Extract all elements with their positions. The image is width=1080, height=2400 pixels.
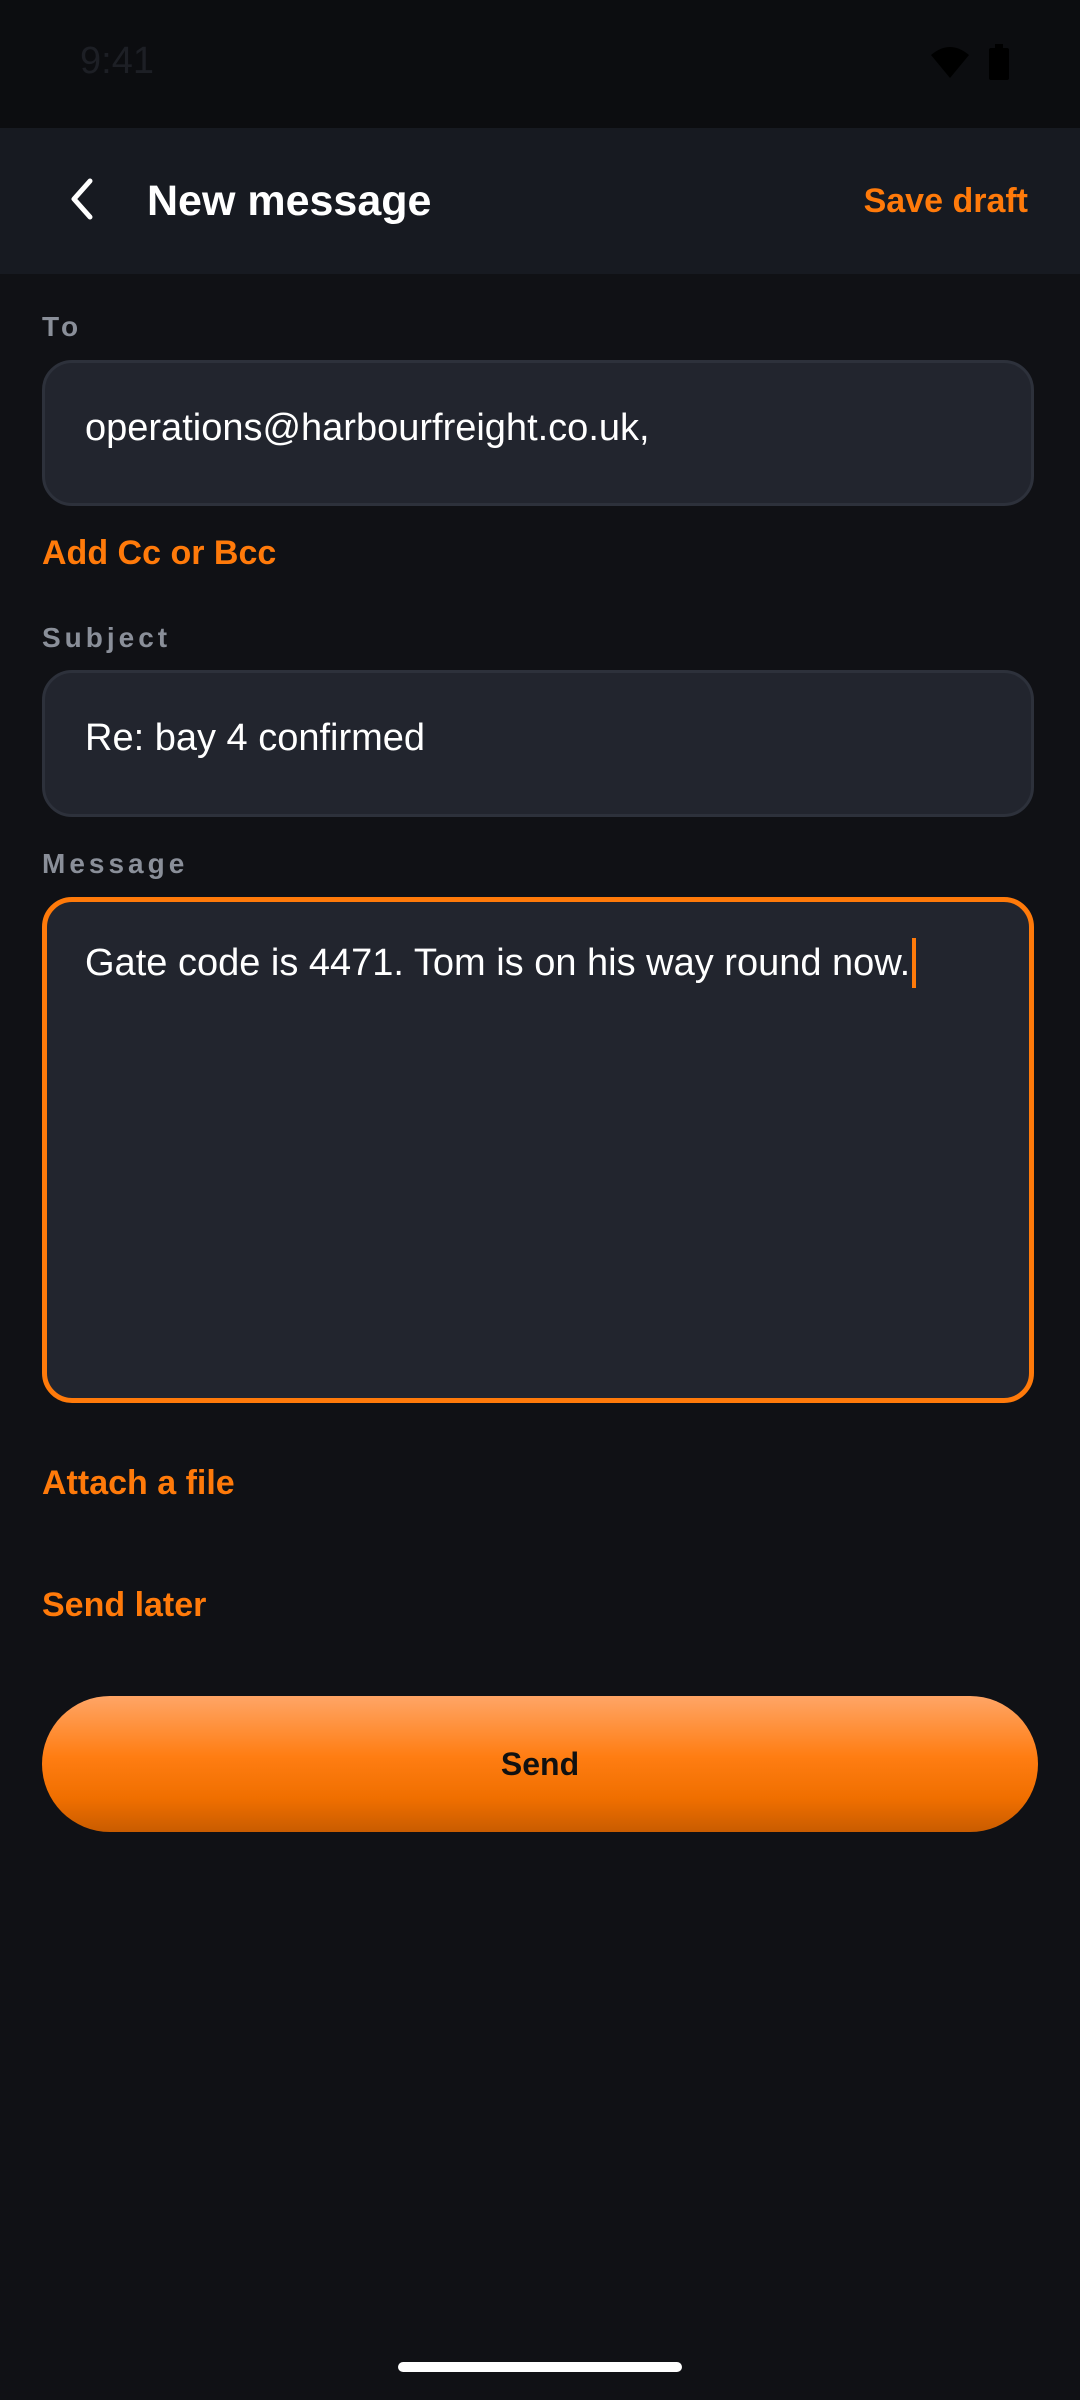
battery-icon	[988, 44, 1010, 85]
save-draft-button[interactable]: Save draft	[864, 178, 1028, 224]
subject-label: Subject	[42, 622, 172, 653]
wifi-icon	[930, 45, 970, 84]
page-title: New message	[147, 177, 432, 225]
status-icons	[930, 44, 1010, 85]
to-label: To	[42, 311, 83, 342]
send-later-link[interactable]: Send later	[42, 1582, 206, 1628]
add-cc-bcc-link[interactable]: Add Cc or Bcc	[42, 530, 276, 576]
chevron-left-icon	[62, 175, 102, 228]
message-label: Message	[42, 848, 189, 879]
subject-field-value: Re: bay 4 confirmed	[85, 717, 426, 759]
back-button[interactable]	[42, 161, 122, 241]
send-button[interactable]: Send	[42, 1696, 1038, 1832]
subject-field[interactable]: Re: bay 4 confirmed	[42, 670, 1034, 817]
app-bar: New message Save draft	[0, 128, 1080, 274]
message-textarea[interactable]: Gate code is 4471. Tom is on his way rou…	[42, 897, 1034, 1403]
to-field-value: operations@harbourfreight.co.uk,	[85, 407, 650, 449]
to-field[interactable]: operations@harbourfreight.co.uk,	[42, 360, 1034, 506]
status-time: 9:41	[80, 40, 154, 82]
status-bar: 9:41	[0, 0, 1080, 128]
message-text: Gate code is 4471. Tom is on his way rou…	[85, 942, 911, 985]
attach-file-link[interactable]: Attach a file	[42, 1460, 235, 1506]
message-body: Gate code is 4471. Tom is on his way rou…	[85, 938, 917, 990]
home-indicator[interactable]	[398, 2362, 682, 2372]
text-cursor	[912, 938, 917, 988]
